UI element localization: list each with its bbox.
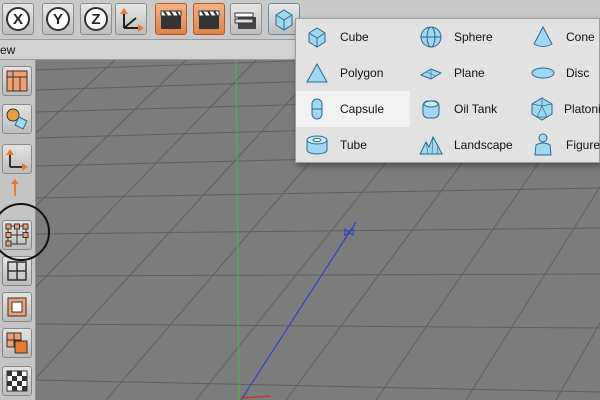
y-axis-label: Y xyxy=(46,7,70,31)
menu-item-label: Oil Tank xyxy=(454,102,498,116)
capsule-icon xyxy=(304,96,330,122)
menu-item-label: Polygon xyxy=(340,66,384,80)
menu-item-label: Tube xyxy=(340,138,367,152)
cube-icon xyxy=(304,24,330,50)
z-axis-line xyxy=(240,221,357,400)
polygons-mode-icon xyxy=(7,297,27,317)
landscape-icon xyxy=(418,132,444,158)
objects-mode-icon xyxy=(6,108,28,130)
sphere-icon xyxy=(418,24,444,50)
menu-item-label: Cube xyxy=(340,30,369,44)
view-menu[interactable]: ew xyxy=(0,43,15,57)
menu-item-capsule[interactable]: Capsule xyxy=(296,91,410,127)
platonic-icon xyxy=(530,96,554,122)
menu-item-label: Capsule xyxy=(340,102,385,116)
menu-item-label: Platonic xyxy=(564,102,600,116)
menu-item-figure[interactable]: Figure xyxy=(522,127,600,163)
menu-item-label: Cone xyxy=(566,30,595,44)
menu-item-cube[interactable]: Cube xyxy=(296,19,410,55)
menu-item-label: Landscape xyxy=(454,138,513,152)
x-axis-line xyxy=(240,395,272,399)
menu-item-sphere[interactable]: Sphere xyxy=(410,19,522,55)
menu-item-disc[interactable]: Disc xyxy=(522,55,600,91)
z-axis-marker-icon: ⋈ xyxy=(343,225,355,239)
arrow-up-icon xyxy=(11,179,19,196)
x-axis-lock-button[interactable]: X xyxy=(2,3,34,35)
tube-icon xyxy=(304,132,330,158)
model-mode-icon xyxy=(6,70,28,92)
render-to-picture-viewer-button[interactable] xyxy=(193,3,225,35)
cube-icon xyxy=(275,9,293,31)
use-object-mode-button[interactable] xyxy=(2,104,32,134)
coordinate-system-icon xyxy=(120,8,144,32)
figure-icon xyxy=(530,132,556,158)
clapperboard-icon xyxy=(198,10,220,29)
plane-icon xyxy=(418,60,444,86)
move-arrow-indicator xyxy=(8,178,22,203)
menu-item-polygon[interactable]: Polygon xyxy=(296,55,410,91)
oil-tank-icon xyxy=(418,96,444,122)
uv-mode-button[interactable] xyxy=(2,328,32,358)
axis-mode-button[interactable] xyxy=(2,144,32,174)
polygons-mode-button[interactable] xyxy=(2,292,32,322)
checker-icon xyxy=(6,370,28,392)
menu-item-landscape[interactable]: Landscape xyxy=(410,127,522,163)
z-axis-lock-button[interactable]: Z xyxy=(80,3,112,35)
coordinate-system-button[interactable] xyxy=(115,3,147,35)
polygon-icon xyxy=(304,60,330,86)
menu-item-oil-tank[interactable]: Oil Tank xyxy=(410,91,522,127)
use-model-mode-button[interactable] xyxy=(2,66,32,96)
menu-item-cone[interactable]: Cone xyxy=(522,19,600,55)
menu-item-label: Figure xyxy=(566,138,600,152)
edges-mode-icon xyxy=(7,261,27,281)
menu-item-platonic[interactable]: Platonic xyxy=(522,91,600,127)
x-axis-label: X xyxy=(6,7,30,31)
menu-item-tube[interactable]: Tube xyxy=(296,127,410,163)
y-axis-lock-button[interactable]: Y xyxy=(42,3,74,35)
menu-item-label: Plane xyxy=(454,66,485,80)
render-settings-button[interactable] xyxy=(230,3,262,35)
menu-item-label: Sphere xyxy=(454,30,493,44)
uv-mode-icon xyxy=(6,332,28,354)
cone-icon xyxy=(530,24,556,50)
menu-item-plane[interactable]: Plane xyxy=(410,55,522,91)
z-axis-label: Z xyxy=(84,7,108,31)
texture-mode-button[interactable] xyxy=(2,366,32,396)
axis-mode-icon xyxy=(6,149,28,171)
menu-item-label: Disc xyxy=(566,66,590,80)
disc-icon xyxy=(530,60,556,86)
clapperboard-icon xyxy=(160,10,182,29)
render-view-button[interactable] xyxy=(155,3,187,35)
clapperboard-stack-icon xyxy=(234,12,256,29)
primitives-menu: Cube Polygon Capsule Tube Sphere Plane O… xyxy=(295,18,600,163)
